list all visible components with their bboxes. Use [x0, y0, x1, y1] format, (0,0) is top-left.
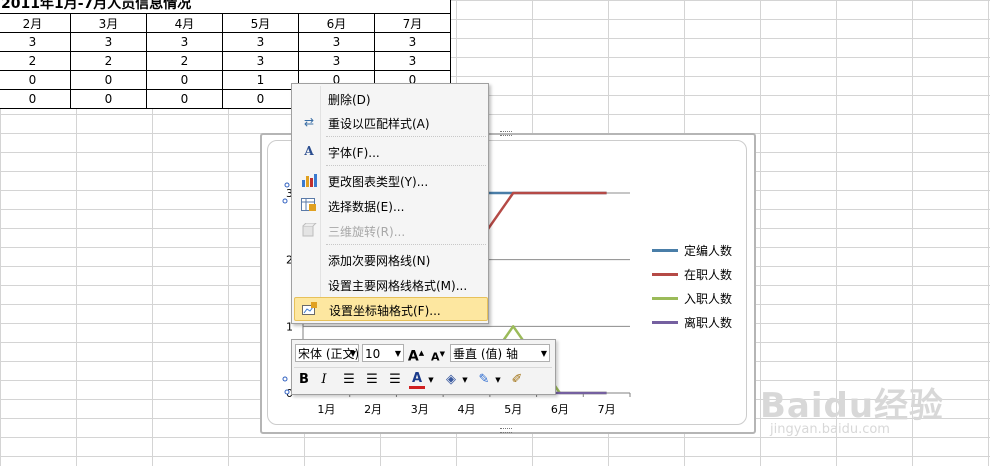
- legend-item[interactable]: 在职人数: [652, 262, 732, 286]
- menu-item-label: 设置主要网格线格式(M)...: [328, 279, 468, 293]
- font-color-button[interactable]: A: [409, 371, 425, 389]
- menu-item-label: 更改图表类型(Y)...: [328, 175, 429, 189]
- menu-item-label: 重设以匹配样式(A): [328, 117, 430, 131]
- select-data-icon: [301, 198, 317, 212]
- legend-label: 定编人数: [684, 243, 733, 258]
- menu-item-label: 添加次要网格线(N): [328, 254, 431, 268]
- fill-color-button[interactable]: ◈: [442, 371, 460, 389]
- menu-separator: [326, 136, 486, 137]
- align-center-icon: ☰: [366, 372, 378, 387]
- chart-type-icon: [301, 173, 317, 187]
- x-tick-label: 7月: [598, 403, 616, 416]
- menu-item-label: 设置坐标轴格式(F)...: [329, 304, 441, 318]
- shrink-font-icon: A: [431, 350, 440, 364]
- watermark-brand: Baidu经验: [760, 386, 945, 426]
- chevron-down-icon: ▼: [349, 349, 356, 358]
- legend-item[interactable]: 入职人数: [652, 286, 732, 310]
- shrink-font-button[interactable]: A▼: [429, 346, 447, 364]
- legend-label: 入职人数: [684, 291, 733, 306]
- toolbar-divider: [294, 367, 552, 368]
- legend-swatch: [652, 248, 678, 252]
- fill-color-dropdown[interactable]: ▼: [461, 371, 469, 389]
- watermark-logo: Baidu经验: [760, 378, 944, 427]
- reset-style-icon: ⇄: [303, 115, 315, 129]
- menu-item-reset-style[interactable]: ⇄ 重设以匹配样式(A): [294, 111, 486, 133]
- legend-swatch: [652, 272, 678, 276]
- menu-item-label: 字体(F)...: [328, 146, 380, 160]
- chart-element-dropdown[interactable]: 垂直 (值) 轴 ▼: [450, 344, 550, 362]
- align-right-button[interactable]: ☰: [386, 371, 404, 389]
- x-tick-label: 1月: [317, 403, 335, 416]
- axis-format-glyph: [302, 302, 317, 315]
- legend-item[interactable]: 离职人数: [652, 310, 732, 334]
- mini-toolbar: 宋体 (正文) ▼ 10 ▼ A▲ A▼ 垂直 (值) 轴 ▼ B I ☰ ☰ …: [291, 339, 556, 395]
- axis-format-icon: [302, 302, 318, 316]
- pen-outline-icon: ✎: [478, 372, 490, 387]
- fill-bucket-icon: ◈: [446, 372, 456, 387]
- x-tick-label: 3月: [411, 403, 429, 416]
- chevron-down-icon: ▼: [495, 376, 501, 384]
- font-name-dropdown[interactable]: 宋体 (正文) ▼: [295, 344, 359, 362]
- x-tick-label: 5月: [504, 403, 522, 416]
- menu-item-delete[interactable]: 删除(D): [294, 87, 486, 109]
- watermark-url: jingyan.baidu.com: [770, 422, 890, 437]
- font-icon: A: [304, 144, 314, 158]
- chart-element-value: 垂直 (值) 轴: [453, 347, 518, 361]
- align-left-icon: ☰: [343, 372, 355, 387]
- legend-label: 在职人数: [684, 267, 733, 282]
- menu-item-select-data[interactable]: 选择数据(E)...: [294, 194, 486, 216]
- menu-item-format-axis[interactable]: 设置坐标轴格式(F)...: [294, 297, 488, 321]
- axis-selection-handle: [284, 389, 290, 395]
- menu-item-add-minor-gridlines[interactable]: 添加次要网格线(N): [294, 248, 486, 270]
- menu-item-label: 删除(D): [328, 93, 371, 107]
- align-left-button[interactable]: ☰: [340, 371, 358, 389]
- grow-caret-icon: ▲: [418, 349, 425, 357]
- chevron-down-icon: ▼: [428, 376, 434, 384]
- legend-swatch: [652, 320, 678, 324]
- select-data-glyph: [301, 198, 316, 211]
- rotate-3d-icon: [301, 222, 318, 237]
- chart-legend[interactable]: 定编人数 在职人数 入职人数 离职人数: [652, 238, 732, 334]
- context-menu: 删除(D) ⇄ 重设以匹配样式(A) A 字体(F)... 更改图表类型(Y).…: [291, 83, 489, 324]
- menu-item-font[interactable]: A 字体(F)...: [294, 140, 486, 162]
- outline-color-dropdown[interactable]: ▼: [494, 371, 502, 389]
- x-tick-label: 6月: [551, 403, 569, 416]
- chart-type-glyph: [302, 174, 317, 187]
- menu-item-3d-rotation[interactable]: 三维旋转(R)...: [294, 219, 486, 241]
- italic-button[interactable]: I: [316, 371, 332, 389]
- axis-selection-handle: [282, 376, 288, 382]
- x-tick-label: 2月: [364, 403, 382, 416]
- axis-selection-handle: [284, 182, 290, 188]
- menu-item-label: 选择数据(E)...: [328, 200, 405, 214]
- chevron-down-icon: ▼: [394, 349, 401, 358]
- align-center-button[interactable]: ☰: [363, 371, 381, 389]
- format-painter-icon: ✐: [511, 372, 523, 387]
- menu-separator: [326, 244, 486, 245]
- x-tick-label: 4月: [458, 403, 476, 416]
- font-color-dropdown[interactable]: ▼: [427, 371, 435, 389]
- rotate-3d-glyph: [302, 222, 318, 237]
- legend-label: 离职人数: [684, 315, 733, 330]
- chevron-down-icon: ▼: [540, 349, 547, 358]
- bold-button[interactable]: B: [296, 371, 312, 389]
- chevron-down-icon: ▼: [462, 376, 468, 384]
- grow-font-button[interactable]: A▲: [407, 344, 425, 365]
- axis-selection-handle: [282, 198, 288, 204]
- font-size-value: 10: [365, 347, 381, 361]
- menu-separator: [326, 165, 486, 166]
- format-painter-button[interactable]: ✐: [508, 371, 526, 389]
- menu-item-format-major-gridlines[interactable]: 设置主要网格线格式(M)...: [294, 273, 486, 295]
- menu-item-change-chart-type[interactable]: 更改图表类型(Y)...: [294, 169, 486, 191]
- grow-font-icon: A: [407, 348, 419, 365]
- outline-color-button[interactable]: ✎: [475, 371, 493, 389]
- legend-item[interactable]: 定编人数: [652, 238, 732, 262]
- legend-swatch: [652, 296, 678, 300]
- menu-item-label: 三维旋转(R)...: [328, 225, 406, 239]
- shrink-caret-icon: ▼: [439, 350, 445, 358]
- align-right-icon: ☰: [389, 372, 401, 387]
- font-size-dropdown[interactable]: 10 ▼: [362, 344, 404, 362]
